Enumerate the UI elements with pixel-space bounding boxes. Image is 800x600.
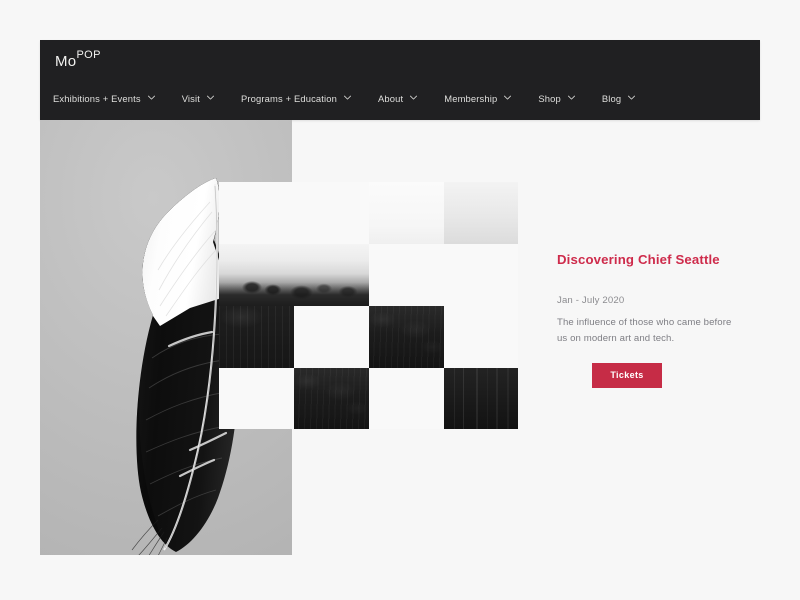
mosaic-cell-r4c3 <box>369 368 444 429</box>
tickets-button[interactable]: Tickets <box>592 362 662 388</box>
mosaic-cell-r1c3 <box>369 182 444 244</box>
mosaic-cell-r4c4 <box>444 368 518 429</box>
nav-item-programs-education[interactable]: Programs + Education <box>241 91 352 106</box>
nav-item-label: Shop <box>538 92 561 104</box>
mosaic-cell-r3c2 <box>294 306 369 368</box>
nav-item-label: About <box>378 92 404 104</box>
chevron-down-icon <box>409 93 418 102</box>
nav-item-membership[interactable]: Membership <box>444 91 512 106</box>
exhibit-date-range: Jan - July 2020 <box>557 294 625 306</box>
site-logo[interactable]: MoPOP <box>55 49 101 70</box>
logo-primary-text: Mo <box>55 53 77 70</box>
nav-item-shop[interactable]: Shop <box>538 91 576 106</box>
nav-item-about[interactable]: About <box>378 91 418 106</box>
mosaic-cell-r3c3 <box>369 306 444 368</box>
nav-item-label: Exhibitions + Events <box>53 92 141 104</box>
mosaic-cell-r3c4 <box>444 306 518 368</box>
mosaic-cell-r4c1 <box>219 368 294 429</box>
mosaic-cell-r2c3 <box>369 244 444 306</box>
nav-item-exhibitions-events[interactable]: Exhibitions + Events <box>53 91 156 106</box>
mosaic-cell-r1c4 <box>444 182 518 244</box>
mosaic-cell-r2c1 <box>219 244 369 306</box>
nav-links: Exhibitions + Events Visit Programs + Ed… <box>53 88 636 108</box>
mosaic-cell-r1c2 <box>294 182 369 244</box>
nav-item-visit[interactable]: Visit <box>182 91 215 106</box>
hero-photo-mosaic <box>219 182 518 429</box>
page-root: MoPOP Exhibitions + Events Visit Program… <box>0 0 800 600</box>
exhibit-content-block: Discovering Chief Seattle Jan - July 202… <box>557 252 757 388</box>
cta-container: Tickets <box>557 362 697 388</box>
chevron-down-icon <box>627 93 636 102</box>
chevron-down-icon <box>206 93 215 102</box>
logo-superscript-text: POP <box>76 49 101 61</box>
nav-item-label: Blog <box>601 92 622 104</box>
mosaic-cell-r3c1 <box>219 306 294 368</box>
mosaic-cell-r1c1 <box>219 182 294 244</box>
nav-item-blog[interactable]: Blog <box>602 91 636 106</box>
nav-item-label: Programs + Education <box>240 92 338 104</box>
mosaic-cell-r4c2 <box>294 368 369 429</box>
chevron-down-icon <box>567 93 576 102</box>
main-navbar: MoPOP Exhibitions + Events Visit Program… <box>40 40 760 120</box>
mosaic-cell-r2c4 <box>444 244 518 306</box>
exhibit-description: The influence of those who came before u… <box>557 317 732 344</box>
chevron-down-icon <box>147 93 156 102</box>
exhibit-title: Discovering Chief Seattle <box>557 252 720 267</box>
nav-item-label: Visit <box>181 92 200 104</box>
chevron-down-icon <box>343 93 352 102</box>
chevron-down-icon <box>503 93 512 102</box>
nav-item-label: Membership <box>444 92 498 104</box>
